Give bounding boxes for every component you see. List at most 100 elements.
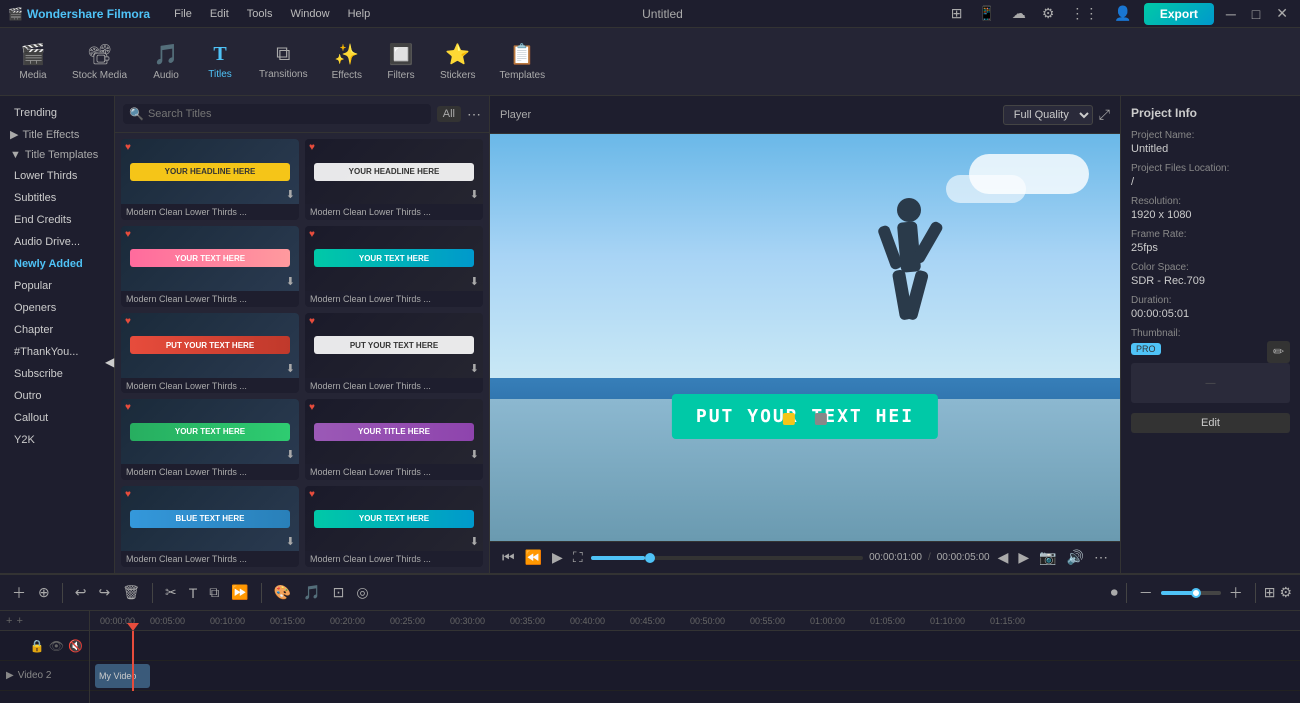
play-icon[interactable]: ▶	[550, 547, 565, 568]
mute-icon[interactable]: 🔇	[68, 639, 83, 653]
audio-adj-icon[interactable]: 🎵	[299, 582, 324, 603]
fullscreen-icon[interactable]: ⛶	[571, 547, 585, 568]
toolbar-effects[interactable]: ✨ Effects	[322, 36, 372, 87]
search-input[interactable]	[148, 108, 425, 120]
maximize-icon[interactable]: □	[1248, 4, 1264, 24]
download-icon-7[interactable]: ⬇	[286, 448, 295, 461]
sidebar-item-callout[interactable]: Callout	[0, 407, 114, 429]
menu-window[interactable]: Window	[282, 6, 337, 22]
toolbar-templates[interactable]: 📋 Templates	[490, 36, 556, 87]
snapshot-icon[interactable]: 📷	[1037, 547, 1058, 568]
add-media-icon[interactable]: ＋	[8, 581, 30, 605]
undo-icon[interactable]: ↩	[71, 582, 91, 603]
text-icon[interactable]: T	[185, 583, 202, 603]
cut-icon[interactable]: ✂	[161, 582, 181, 603]
sidebar-item-newly-added[interactable]: Newly Added	[0, 253, 114, 275]
download-icon-1[interactable]: ⬇	[286, 188, 295, 201]
sidebar-item-y2k[interactable]: Y2K	[0, 429, 114, 451]
template-card-8[interactable]: ♥ YOUR TITLE HERE ⬇ Modern Clean Lower T…	[305, 399, 483, 480]
speed-icon[interactable]: ⏩	[227, 582, 252, 603]
preview-expand-icon[interactable]: ⤢	[1099, 106, 1110, 123]
template-card-1[interactable]: ♥ YOUR HEADLINE HERE ⬇ Modern Clean Lowe…	[121, 139, 299, 220]
export-button[interactable]: Export	[1144, 3, 1214, 25]
sidebar-title-templates[interactable]: ▼ Title Templates	[0, 145, 114, 165]
cloud-icon[interactable]: ☁	[1008, 3, 1030, 24]
toolbar-stock-media[interactable]: 📽 Stock Media	[62, 36, 137, 87]
sidebar-title-effects[interactable]: ▶ Title Effects	[0, 124, 114, 145]
sidebar-item-outro[interactable]: Outro	[0, 385, 114, 407]
quality-select[interactable]: Full Quality	[1003, 105, 1093, 125]
collapse-sidebar-btn[interactable]: ◀	[105, 352, 115, 372]
heart-icon-6[interactable]: ♥	[309, 316, 315, 327]
download-icon-10[interactable]: ⬇	[470, 535, 479, 548]
sidebar-item-popular[interactable]: Popular	[0, 275, 114, 297]
heart-icon-8[interactable]: ♥	[309, 402, 315, 413]
sidebar-item-subtitles[interactable]: Subtitles	[0, 187, 114, 209]
download-icon-6[interactable]: ⬇	[470, 362, 479, 375]
close-icon[interactable]: ✕	[1272, 3, 1292, 24]
toolbar-stickers[interactable]: ⭐ Stickers	[430, 36, 486, 87]
toolbar-transitions[interactable]: ⧉ Transitions	[249, 37, 318, 86]
thumbnail-edit-icon[interactable]: ✏	[1267, 341, 1290, 363]
progress-bar[interactable]	[591, 556, 863, 560]
more-options-icon[interactable]: ⋯	[467, 106, 481, 123]
download-icon-4[interactable]: ⬇	[470, 275, 479, 288]
progress-handle[interactable]	[645, 553, 655, 563]
menu-file[interactable]: File	[166, 6, 200, 22]
heart-icon-3[interactable]: ♥	[125, 229, 131, 240]
zoom-out-icon[interactable]: －	[1135, 581, 1157, 605]
heart-icon-10[interactable]: ♥	[309, 489, 315, 500]
heart-icon-9[interactable]: ♥	[125, 489, 131, 500]
stabilize-icon[interactable]: ⊡	[329, 582, 349, 603]
more-controls-icon[interactable]: ⋯	[1092, 547, 1110, 568]
download-icon-8[interactable]: ⬇	[470, 448, 479, 461]
filter-button[interactable]: All	[437, 106, 461, 122]
menu-edit[interactable]: Edit	[202, 6, 237, 22]
record-icon[interactable]: ⏺	[1111, 584, 1118, 601]
edit-button[interactable]: Edit	[1131, 413, 1290, 433]
download-icon-3[interactable]: ⬇	[286, 275, 295, 288]
prev-frame-icon[interactable]: ◀	[996, 547, 1011, 568]
zoom-in-icon[interactable]: ＋	[1225, 581, 1247, 605]
sidebar-item-chapter[interactable]: Chapter	[0, 319, 114, 341]
heart-icon-1[interactable]: ♥	[125, 142, 131, 153]
magnet-icon[interactable]: ⊕	[34, 582, 54, 603]
monitor-icon[interactable]: ⊞	[947, 3, 967, 24]
sidebar-item-thankyou[interactable]: #ThankYou...	[0, 341, 114, 363]
sidebar-item-lower-thirds[interactable]: Lower Thirds	[0, 165, 114, 187]
eye-icon[interactable]: 👁	[49, 639, 64, 653]
zoom-slider[interactable]	[1161, 591, 1221, 595]
user-avatar[interactable]: 👤	[1110, 3, 1135, 24]
sidebar-item-subscribe[interactable]: Subscribe	[0, 363, 114, 385]
template-card-9[interactable]: ♥ BLUE TEXT HERE ⬇ Modern Clean Lower Th…	[121, 486, 299, 567]
settings-icon[interactable]: ⚙	[1038, 3, 1059, 24]
toolbar-audio[interactable]: 🎵 Audio	[141, 36, 191, 87]
download-icon-5[interactable]: ⬇	[286, 362, 295, 375]
video-clip[interactable]: My Video	[95, 664, 150, 688]
minimize-icon[interactable]: ─	[1222, 4, 1240, 24]
toolbar-filters[interactable]: 🔲 Filters	[376, 36, 426, 87]
color-icon[interactable]: 🎨	[270, 582, 295, 603]
redo-icon[interactable]: ↪	[94, 582, 114, 603]
track-expand-icon[interactable]: ▶	[6, 670, 14, 681]
grid-icon[interactable]: ⋮⋮	[1066, 3, 1102, 24]
lens-icon[interactable]: ◎	[352, 582, 372, 603]
crop-icon[interactable]: ⧉	[205, 582, 223, 603]
heart-icon-7[interactable]: ♥	[125, 402, 131, 413]
lock-icon[interactable]: 🔒	[30, 639, 45, 653]
download-icon-2[interactable]: ⬇	[470, 188, 479, 201]
template-card-5[interactable]: ♥ PUT YOUR TEXT HERE ⬇ Modern Clean Lowe…	[121, 313, 299, 394]
template-card-4[interactable]: ♥ YOUR TEXT HERE ⬇ Modern Clean Lower Th…	[305, 226, 483, 307]
template-card-3[interactable]: ♥ YOUR TEXT HERE ⬇ Modern Clean Lower Th…	[121, 226, 299, 307]
sidebar-item-end-credits[interactable]: End Credits	[0, 209, 114, 231]
volume-icon[interactable]: 🔊	[1065, 547, 1086, 568]
heart-icon-5[interactable]: ♥	[125, 316, 131, 327]
template-card-2[interactable]: ♥ YOUR HEADLINE HERE ⬇ Modern Clean Lowe…	[305, 139, 483, 220]
add-video-track-icon[interactable]: +	[6, 615, 12, 627]
download-icon-9[interactable]: ⬇	[286, 535, 295, 548]
delete-icon[interactable]: 🗑	[118, 582, 144, 603]
skip-back-icon[interactable]: ⏮	[500, 547, 517, 568]
add-audio-track-icon[interactable]: +	[16, 615, 22, 627]
template-card-7[interactable]: ♥ YOUR TEXT HERE ⬇ Modern Clean Lower Th…	[121, 399, 299, 480]
heart-icon-2[interactable]: ♥	[309, 142, 315, 153]
